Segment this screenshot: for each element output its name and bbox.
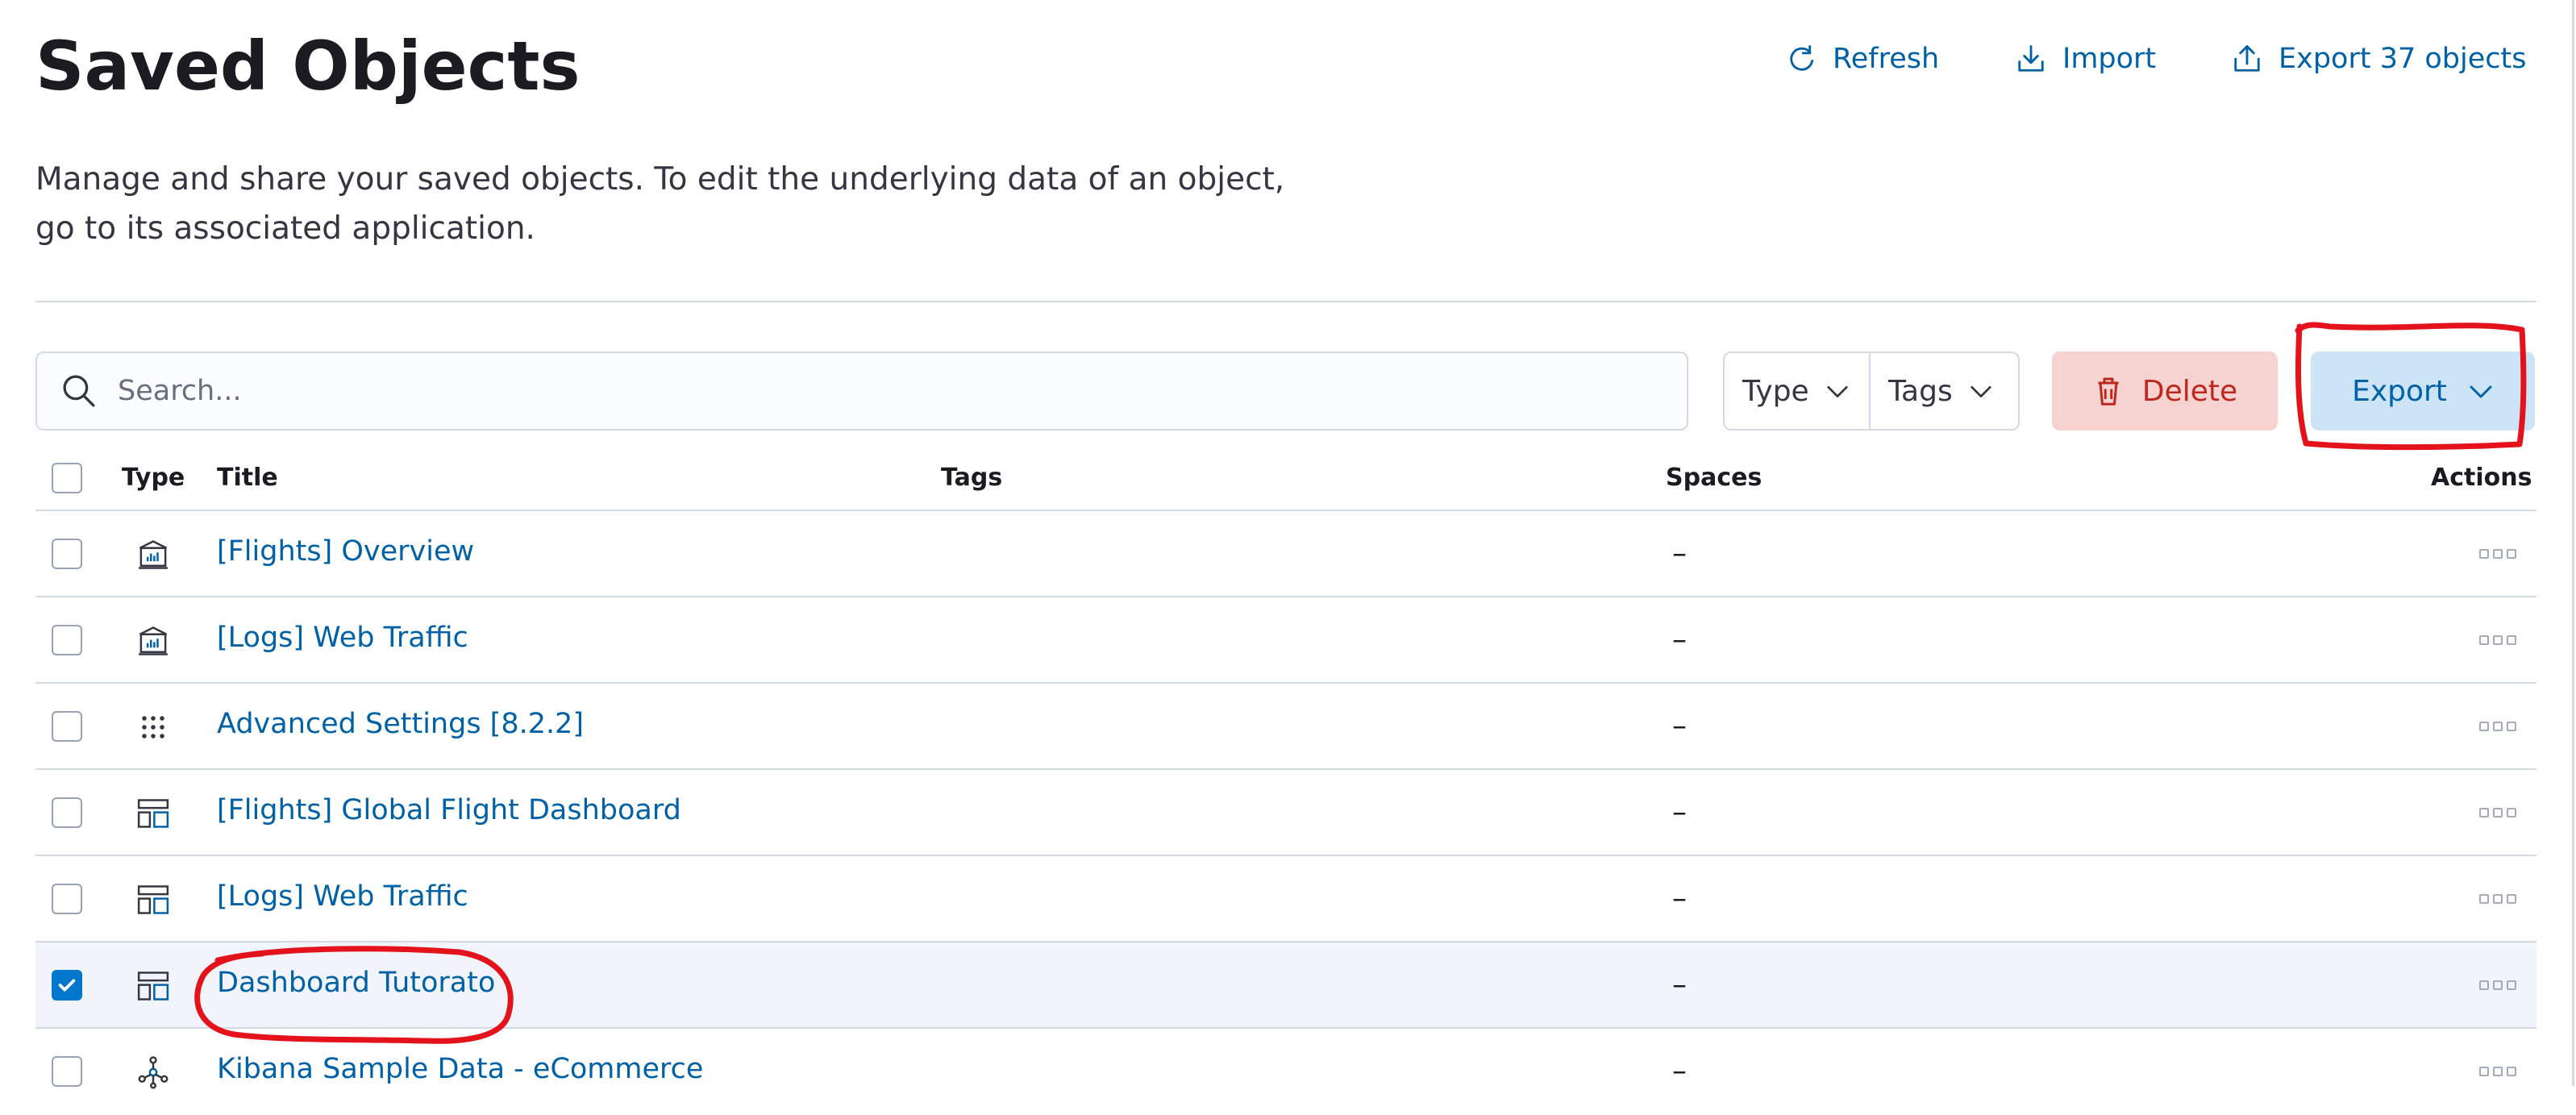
- row-checkbox[interactable]: [52, 711, 82, 742]
- import-button[interactable]: Import: [2016, 40, 2156, 77]
- refresh-icon: [1790, 45, 1814, 71]
- row-title-link[interactable]: [Logs] Web Traffic: [217, 619, 468, 656]
- row-checkbox[interactable]: [52, 539, 82, 569]
- table-row[interactable]: Dashboard Tutorato –: [35, 942, 2536, 1029]
- row-checkbox[interactable]: [52, 884, 82, 914]
- row-spaces: –: [1672, 1055, 1687, 1088]
- actions-icon[interactable]: [2478, 805, 2517, 821]
- checkmark-icon: [58, 979, 76, 992]
- row-title-link[interactable]: [Logs] Web Traffic: [217, 878, 468, 915]
- table-row[interactable]: Advanced Settings [8.2.2] –: [35, 684, 2536, 770]
- export-all-button[interactable]: Export 37 objects: [2232, 40, 2526, 77]
- row-checkbox[interactable]: [52, 970, 82, 1001]
- filter-group: Type Tags: [1723, 352, 2020, 431]
- row-spaces: –: [1672, 796, 1687, 829]
- search-icon: [63, 375, 95, 407]
- search-input[interactable]: [116, 374, 1651, 408]
- scrollbar[interactable]: [2572, 0, 2574, 1086]
- divider: [35, 301, 2536, 302]
- actions-icon[interactable]: [2478, 977, 2517, 993]
- row-title-link[interactable]: Advanced Settings [8.2.2]: [217, 705, 584, 743]
- dashboard-icon: [137, 885, 169, 914]
- row-title-link[interactable]: Kibana Sample Data - eCommerce: [217, 1051, 703, 1088]
- row-spaces: –: [1672, 537, 1687, 570]
- row-spaces: –: [1672, 709, 1687, 743]
- row-checkbox[interactable]: [52, 797, 82, 828]
- column-header-type[interactable]: Type: [122, 466, 185, 490]
- row-title-link[interactable]: Dashboard Tutorato: [217, 964, 495, 1001]
- search-field[interactable]: [35, 352, 1688, 431]
- page-description: Manage and share your saved objects. To …: [35, 161, 1285, 247]
- visualization-icon: [139, 626, 168, 655]
- visualization-icon: [139, 540, 168, 569]
- column-header-actions: Actions: [2431, 464, 2532, 492]
- export-button[interactable]: Export: [2311, 352, 2535, 431]
- tags-filter-label: Tags: [1888, 374, 1953, 408]
- export-label: Export: [2352, 374, 2447, 408]
- index-pattern-icon: [138, 1056, 169, 1089]
- row-spaces: –: [1672, 882, 1687, 915]
- type-filter-button[interactable]: Type: [1725, 353, 1869, 429]
- page-title: Saved Objects: [35, 27, 581, 106]
- export-icon: [2234, 45, 2260, 72]
- actions-icon[interactable]: [2478, 632, 2517, 648]
- refresh-label: Refresh: [1833, 43, 1940, 75]
- select-all-checkbox[interactable]: [52, 463, 82, 493]
- column-header-title[interactable]: Title: [217, 466, 278, 490]
- actions-icon[interactable]: [2478, 1063, 2517, 1080]
- dashboard-icon: [137, 799, 169, 828]
- tags-filter-button[interactable]: Tags: [1869, 353, 2018, 429]
- export-all-label: Export 37 objects: [2278, 43, 2527, 75]
- row-spaces: –: [1672, 623, 1687, 656]
- chevron-down-icon: [1970, 385, 1991, 397]
- chevron-down-icon: [1827, 385, 1848, 397]
- column-header-tags: Tags: [941, 464, 1003, 492]
- trash-icon: [2098, 377, 2119, 406]
- column-header-spaces: Spaces: [1666, 464, 1762, 492]
- actions-icon[interactable]: [2478, 891, 2517, 907]
- table-row[interactable]: [Flights] Global Flight Dashboard –: [35, 770, 2536, 856]
- row-checkbox[interactable]: [52, 1056, 82, 1087]
- table-row[interactable]: Kibana Sample Data - eCommerce –: [35, 1029, 2536, 1115]
- import-icon: [2018, 45, 2044, 72]
- table-row[interactable]: [Logs] Web Traffic –: [35, 597, 2536, 684]
- row-title-link[interactable]: [Flights] Global Flight Dashboard: [217, 792, 681, 829]
- actions-icon[interactable]: [2478, 546, 2517, 562]
- chevron-down-icon: [2470, 385, 2492, 398]
- delete-label: Delete: [2141, 374, 2238, 408]
- actions-icon[interactable]: [2478, 718, 2517, 734]
- table-row[interactable]: [Logs] Web Traffic –: [35, 856, 2536, 942]
- row-title-link[interactable]: [Flights] Overview: [217, 533, 474, 570]
- row-checkbox[interactable]: [52, 625, 82, 655]
- row-spaces: –: [1672, 968, 1687, 1001]
- dashboard-icon: [137, 971, 169, 1001]
- advanced-settings-icon: [142, 716, 164, 738]
- table-row[interactable]: [Flights] Overview –: [35, 511, 2536, 597]
- delete-button[interactable]: Delete: [2052, 352, 2278, 431]
- import-label: Import: [2062, 43, 2157, 75]
- refresh-button[interactable]: Refresh: [1786, 40, 1939, 77]
- type-filter-label: Type: [1742, 374, 1809, 408]
